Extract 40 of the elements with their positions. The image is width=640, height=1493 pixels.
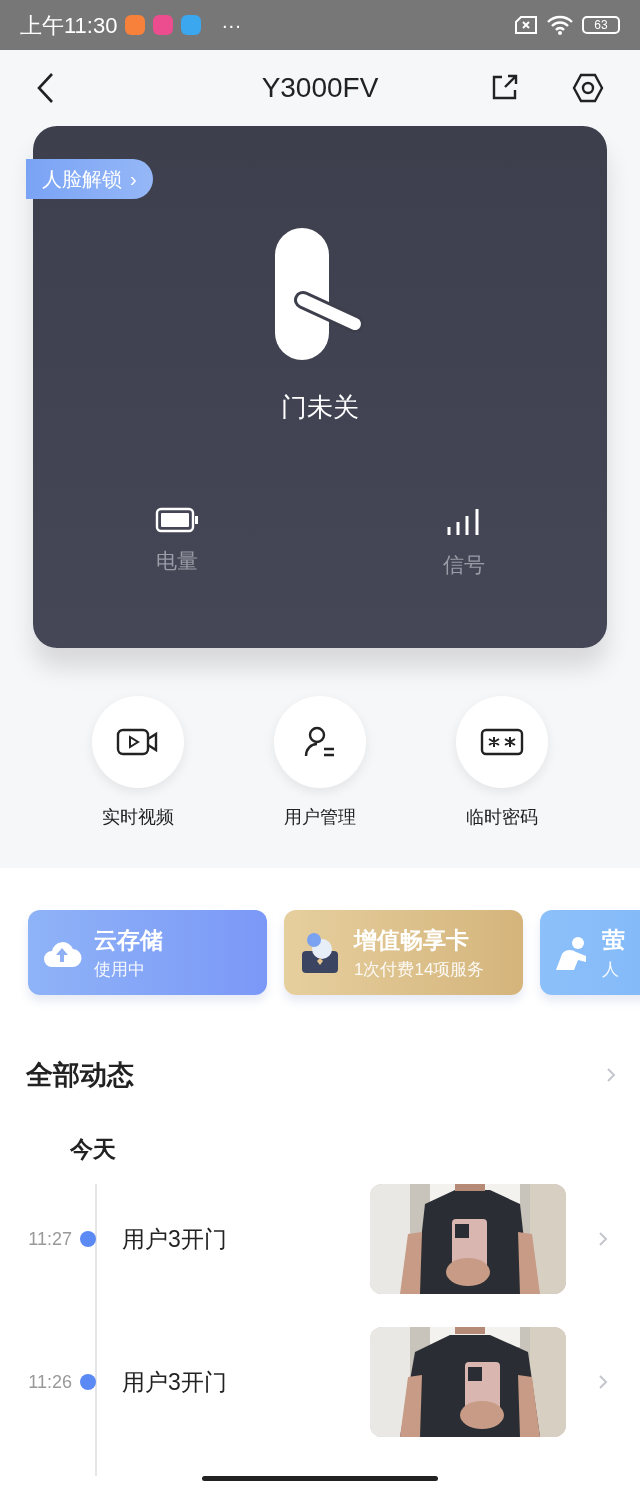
status-time: 上午11:30 <box>20 11 118 40</box>
app-icon <box>153 15 174 35</box>
indicator-label: 信号 <box>442 552 485 578</box>
event-text: 用户3开门 <box>122 1367 228 1397</box>
service-card[interactable]: 云存储 使用中 <box>28 910 267 995</box>
page-title: Y3000FV <box>261 71 379 105</box>
indicator-label: 电量 <box>155 548 198 574</box>
password-icon <box>480 727 524 757</box>
video-camera-icon <box>116 727 160 757</box>
service-subtitle: 人 <box>602 959 620 981</box>
user-list-icon <box>303 725 337 759</box>
battery-indicator: 63 <box>582 16 620 34</box>
day-label: 今天 <box>70 1135 116 1162</box>
section-title: 全部动态 <box>26 1059 134 1092</box>
service-subtitle: 使用中 <box>94 959 146 981</box>
action-label: 临时密码 <box>466 806 538 829</box>
service-card[interactable]: 增值畅享卡 1次付费14项服务 <box>284 910 523 995</box>
share-icon[interactable] <box>490 74 518 102</box>
service-subtitle: 1次付费14项服务 <box>354 959 485 981</box>
app-icon <box>181 15 202 35</box>
settings-icon[interactable] <box>572 72 604 104</box>
event-text: 用户3开门 <box>122 1224 228 1254</box>
sim-icon <box>514 16 538 34</box>
service-title: 萤 <box>602 925 625 955</box>
service-title: 云存储 <box>94 925 163 955</box>
wifi-icon <box>546 15 574 35</box>
door-status: 门未关 <box>281 391 359 424</box>
more-notifications: ··· <box>221 15 242 35</box>
badge-arrow: › <box>130 167 137 192</box>
event-time: 11:27 <box>27 1227 73 1251</box>
event-time: 11:26 <box>27 1370 73 1394</box>
app-icon <box>125 15 146 35</box>
action-label: 用户管理 <box>284 806 356 829</box>
signal-icon <box>445 507 482 537</box>
back-icon[interactable] <box>36 72 54 104</box>
service-card[interactable]: 萤 人 <box>540 910 640 995</box>
battery-icon <box>154 507 199 533</box>
face-unlock-badge[interactable]: 人脸解锁 › <box>26 159 153 199</box>
service-title: 增值畅享卡 <box>354 925 470 955</box>
action-label: 实时视频 <box>102 806 174 829</box>
